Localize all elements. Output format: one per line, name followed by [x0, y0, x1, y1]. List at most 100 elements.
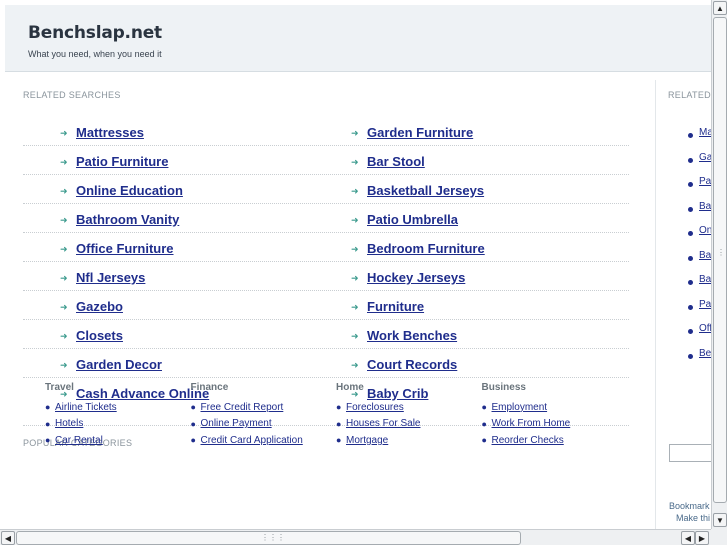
arrow-right-icon: ➜ — [351, 127, 359, 138]
scroll-left-button[interactable]: ◀ — [1, 531, 15, 545]
bullet-icon: ● — [45, 435, 51, 446]
category-item[interactable]: ● Employment — [482, 399, 622, 416]
related-search-item[interactable]: ➜ Garden Furniture — [351, 125, 473, 140]
category-item[interactable]: ● Free Credit Report — [191, 399, 331, 416]
related-search-link[interactable]: Garden Decor — [76, 357, 162, 372]
related-search-item[interactable]: ➜ Bedroom Furniture — [351, 241, 485, 256]
category-link[interactable]: Free Credit Report — [201, 402, 284, 413]
sidebar-link[interactable]: Pat — [699, 176, 711, 187]
related-search-link[interactable]: Bathroom Vanity — [76, 212, 179, 227]
related-search-item[interactable]: ➜ Basketball Jerseys — [351, 183, 484, 198]
sidebar-link[interactable]: On — [699, 225, 711, 236]
sidebar-link[interactable]: Pa — [699, 299, 711, 310]
sidebar-link[interactable]: Ga — [699, 152, 711, 163]
site-title[interactable]: Benchslap.net — [28, 23, 162, 43]
related-search-item[interactable]: ➜ Bathroom Vanity — [60, 212, 179, 227]
related-search-item[interactable]: ➜ Patio Umbrella — [351, 212, 458, 227]
scroll-up-button[interactable]: ▲ — [713, 1, 727, 15]
related-search-item[interactable]: ➜ Garden Decor — [60, 357, 162, 372]
related-search-link[interactable]: Bar Stool — [367, 154, 425, 169]
bookmark-line-1[interactable]: Bookmark — [669, 500, 710, 512]
category-link[interactable]: Airline Tickets — [55, 402, 117, 413]
category-link[interactable]: Credit Card Application — [201, 435, 303, 446]
related-search-item[interactable]: ➜ Court Records — [351, 357, 457, 372]
category-item[interactable]: ● Reorder Checks — [482, 432, 622, 449]
related-search-item[interactable]: ➜ Gazebo — [60, 299, 123, 314]
category-item[interactable]: ● Houses For Sale — [336, 416, 476, 433]
vertical-scroll-thumb[interactable]: ⋮⋮⋮ — [713, 17, 727, 503]
search-row: ➜ Patio Furniture ➜ Bar Stool — [23, 146, 629, 175]
category-link[interactable]: Houses For Sale — [346, 418, 420, 429]
category-link[interactable]: Car Rental — [55, 435, 103, 446]
category-link[interactable]: Reorder Checks — [492, 435, 564, 446]
related-search-link[interactable]: Nfl Jerseys — [76, 270, 145, 285]
category-link[interactable]: Hotels — [55, 418, 83, 429]
category-item[interactable]: ● Credit Card Application — [191, 432, 331, 449]
category-item[interactable]: ● Work From Home — [482, 416, 622, 433]
bullet-icon — [688, 280, 693, 285]
arrow-right-icon: ➜ — [351, 185, 359, 196]
related-search-link[interactable]: Closets — [76, 328, 123, 343]
category-link[interactable]: Foreclosures — [346, 402, 404, 413]
bookmark-text[interactable]: Bookmark Make thi — [669, 500, 710, 524]
bookmark-line-2[interactable]: Make thi — [669, 512, 710, 524]
related-search-link[interactable]: Garden Furniture — [367, 125, 473, 140]
site-header: Benchslap.net What you need, when you ne… — [5, 5, 711, 72]
related-search-item[interactable]: ➜ Bar Stool — [351, 154, 425, 169]
arrow-right-icon: ➜ — [60, 185, 68, 196]
arrow-right-icon: ➜ — [60, 127, 68, 138]
related-search-item[interactable]: ➜ Mattresses — [60, 125, 144, 140]
sidebar-link[interactable]: Ba — [699, 274, 711, 285]
scroll-right-button[interactable]: ▶ — [695, 531, 709, 545]
related-search-item[interactable]: ➜ Patio Furniture — [60, 154, 168, 169]
scrollbar-corner — [711, 529, 727, 545]
scroll-left-alt-button[interactable]: ◀ — [681, 531, 695, 545]
related-search-link[interactable]: Online Education — [76, 183, 183, 198]
search-row: ➜ Closets ➜ Work Benches — [23, 320, 629, 349]
category-item[interactable]: ● Car Rental — [45, 432, 185, 449]
scroll-down-button[interactable]: ▼ — [713, 513, 727, 527]
related-search-link[interactable]: Office Furniture — [76, 241, 174, 256]
category-link[interactable]: Mortgage — [346, 435, 388, 446]
related-search-link[interactable]: Patio Umbrella — [367, 212, 458, 227]
related-search-item[interactable]: ➜ Office Furniture — [60, 241, 174, 256]
related-search-item[interactable]: ➜ Furniture — [351, 299, 424, 314]
arrow-right-icon: ➜ — [351, 301, 359, 312]
sidebar-link[interactable]: Ma — [699, 127, 711, 138]
bullet-icon: ● — [45, 402, 51, 413]
related-search-link[interactable]: Mattresses — [76, 125, 144, 140]
sidebar-search-input[interactable] — [669, 444, 711, 462]
category-link[interactable]: Online Payment — [201, 418, 272, 429]
related-search-item[interactable]: ➜ Hockey Jerseys — [351, 270, 465, 285]
category-item[interactable]: ● Foreclosures — [336, 399, 476, 416]
vertical-scrollbar[interactable]: ▲ ⋮⋮⋮ ▼ — [711, 0, 727, 529]
category-item[interactable]: ● Hotels — [45, 416, 185, 433]
category-title: Business — [481, 382, 526, 393]
category-item[interactable]: ● Mortgage — [336, 432, 476, 449]
related-search-item[interactable]: ➜ Work Benches — [351, 328, 457, 343]
related-search-link[interactable]: Furniture — [367, 299, 424, 314]
category-link[interactable]: Employment — [492, 402, 548, 413]
related-search-item[interactable]: ➜ Nfl Jerseys — [60, 270, 145, 285]
sidebar-link[interactable]: Ba — [699, 201, 711, 212]
related-search-link[interactable]: Hockey Jerseys — [367, 270, 465, 285]
category-item[interactable]: ● Airline Tickets — [45, 399, 185, 416]
related-search-item[interactable]: ➜ Closets — [60, 328, 123, 343]
category-item[interactable]: ● Online Payment — [191, 416, 331, 433]
sidebar-link[interactable]: Off — [699, 323, 711, 334]
related-search-link[interactable]: Work Benches — [367, 328, 457, 343]
horizontal-scroll-thumb[interactable]: ⋮⋮⋮ — [16, 531, 521, 545]
horizontal-grip-icon: ⋮⋮⋮ — [261, 533, 285, 542]
category-link[interactable]: Work From Home — [492, 418, 571, 429]
bullet-icon — [688, 231, 693, 236]
related-search-link[interactable]: Court Records — [367, 357, 457, 372]
sidebar-link[interactable]: Be — [699, 348, 711, 359]
bullet-icon — [688, 133, 693, 138]
horizontal-scrollbar[interactable]: ◀ ⋮⋮⋮ ◀ ▶ — [0, 529, 711, 545]
related-search-link[interactable]: Gazebo — [76, 299, 123, 314]
related-search-link[interactable]: Bedroom Furniture — [367, 241, 485, 256]
related-search-item[interactable]: ➜ Online Education — [60, 183, 183, 198]
related-search-link[interactable]: Basketball Jerseys — [367, 183, 484, 198]
related-search-link[interactable]: Patio Furniture — [76, 154, 168, 169]
sidebar-link[interactable]: Ba — [699, 250, 711, 261]
